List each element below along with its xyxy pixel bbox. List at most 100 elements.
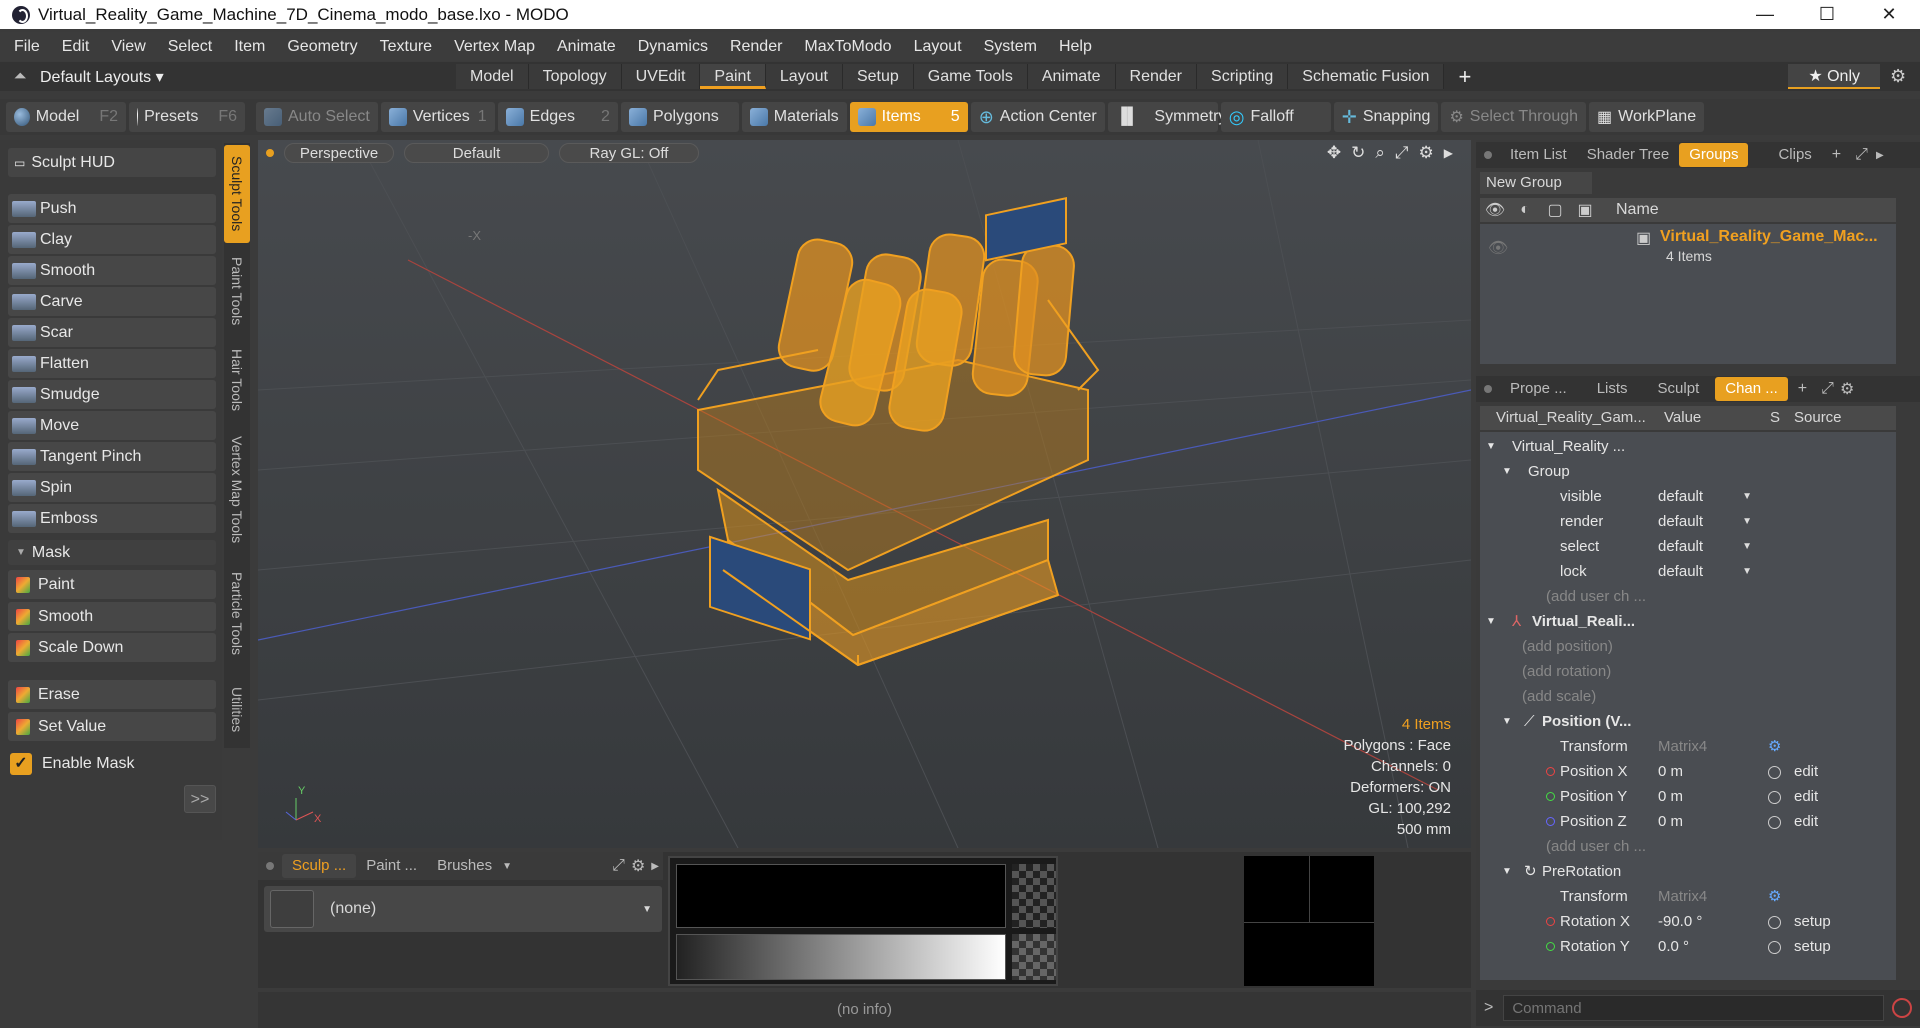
falloff-button[interactable]: ◎ Falloff — [1220, 102, 1331, 132]
snapping-button[interactable]: ✛ Snapping — [1333, 102, 1439, 132]
add-tab-icon[interactable]: + — [1798, 380, 1807, 398]
channel-row[interactable]: Transform Matrix4 ⚙ — [1480, 734, 1896, 759]
mask-set-value[interactable]: Set Value — [8, 712, 216, 741]
materials-button[interactable]: Materials — [741, 102, 847, 132]
channel-row[interactable]: ▼ Virtual_Reality ... — [1480, 434, 1896, 459]
layout-up-icon[interactable]: ⏶ — [0, 68, 40, 86]
layout-tab-animate[interactable]: Animate — [1027, 64, 1116, 89]
zoom-icon[interactable]: ⌕ — [1375, 143, 1385, 163]
tool-smudge[interactable]: Smudge — [8, 380, 216, 409]
menu-geometry[interactable]: Geometry — [276, 38, 368, 56]
new-group-button[interactable]: New Group — [1480, 172, 1592, 194]
channel-value[interactable]: default — [1658, 534, 1758, 559]
vtab-sculpt-tools[interactable]: Sculpt Tools — [224, 145, 250, 243]
layout-tab-game-tools[interactable]: Game Tools — [913, 64, 1028, 89]
polygons-button[interactable]: Polygons — [620, 102, 739, 132]
channel-row[interactable]: Position Y 0 m edit — [1480, 784, 1896, 809]
sculpt-hud-button[interactable]: ▭ Sculpt HUD — [8, 148, 216, 177]
select-through-button[interactable]: ⚙ Select Through — [1441, 102, 1587, 132]
channel-value[interactable]: default — [1658, 559, 1758, 584]
panel-arrow-icon[interactable]: ▶ — [1876, 150, 1884, 161]
menu-edit[interactable]: Edit — [51, 38, 101, 56]
tool-carve[interactable]: Carve — [8, 287, 216, 316]
presets-button[interactable]: Presets F6 — [129, 102, 245, 132]
tab-sculpt-props[interactable]: Sculpt — [1648, 377, 1710, 401]
tab-groups[interactable]: Groups — [1679, 143, 1749, 167]
menu-maxtomodo[interactable]: MaxToModo — [793, 38, 902, 56]
tool-scar[interactable]: Scar — [8, 318, 216, 347]
channel-row[interactable]: Rotation Y 0.0 ° setup — [1480, 934, 1896, 959]
channel-row[interactable]: ▼ Group — [1480, 459, 1896, 484]
more-button[interactable]: >> — [184, 785, 216, 813]
gear-icon[interactable]: ⚙ — [1768, 884, 1781, 909]
channel-value[interactable]: -90.0 ° — [1658, 909, 1702, 934]
menu-animate[interactable]: Animate — [546, 38, 627, 56]
brushes-dropdown-icon[interactable]: ▼ — [502, 861, 512, 872]
tool-tangent-pinch[interactable]: Tangent Pinch — [8, 442, 216, 471]
pan-icon[interactable]: ✥ — [1327, 143, 1341, 163]
mask-erase[interactable]: Erase — [8, 680, 216, 709]
action-center-button[interactable]: ⊕ Action Center — [970, 102, 1105, 132]
vtab-particle-tools[interactable]: Particle Tools — [224, 559, 250, 669]
vtab-hair-tools[interactable]: Hair Tools — [224, 339, 250, 421]
items-button[interactable]: Items 5 — [849, 102, 968, 132]
group-visibility-icon[interactable]: 👁 — [1488, 238, 1508, 258]
channel-row[interactable]: select default — [1480, 534, 1896, 559]
layout-tab-render[interactable]: Render — [1115, 64, 1198, 89]
vtab-vertex-map-tools[interactable]: Vertex Map Tools — [224, 425, 250, 555]
menu-view[interactable]: View — [100, 38, 156, 56]
edges-button[interactable]: Edges 2 — [497, 102, 618, 132]
add-layout-button[interactable]: + — [1444, 64, 1485, 90]
channel-row[interactable]: (add rotation) — [1480, 659, 1896, 684]
channel-value[interactable]: 0 m — [1658, 809, 1683, 834]
tool-move[interactable]: Move — [8, 411, 216, 440]
expand-icon[interactable]: ⤢ — [612, 857, 625, 875]
mask-smooth[interactable]: Smooth — [8, 602, 216, 631]
channel-row[interactable]: lock default — [1480, 559, 1896, 584]
command-input[interactable] — [1503, 995, 1884, 1021]
tool-push[interactable]: Push — [8, 194, 216, 223]
channel-value[interactable]: 0.0 ° — [1658, 934, 1689, 959]
layout-tab-setup[interactable]: Setup — [842, 64, 914, 89]
maximize-icon[interactable]: ⤢ — [1395, 143, 1409, 163]
viewport-settings-icon[interactable]: ⚙ — [1419, 143, 1434, 163]
tab-brushes[interactable]: Brushes — [427, 854, 502, 878]
tab-clips[interactable]: Clips — [1768, 143, 1821, 167]
mask-paint[interactable]: Paint — [8, 570, 216, 599]
tab-channels[interactable]: Chan ... — [1715, 377, 1788, 401]
tool-flatten[interactable]: Flatten — [8, 349, 216, 378]
maximize-button[interactable]: ☐ — [1796, 0, 1858, 29]
tab-shader-tree[interactable]: Shader Tree — [1577, 143, 1680, 167]
record-icon[interactable] — [1892, 998, 1912, 1018]
rotate-icon[interactable]: ↻ — [1351, 143, 1365, 163]
vtab-utilities[interactable]: Utilities — [224, 673, 250, 747]
menu-vertex-map[interactable]: Vertex Map — [443, 38, 546, 56]
channel-row[interactable]: render default — [1480, 509, 1896, 534]
channel-row[interactable]: (add position) — [1480, 634, 1896, 659]
circle-icon[interactable] — [1768, 909, 1781, 934]
layout-tab-model[interactable]: Model — [456, 64, 529, 89]
raygl-button[interactable]: Ray GL: Off — [559, 143, 699, 163]
channel-value[interactable]: 0 m — [1658, 784, 1683, 809]
tool-clay[interactable]: Clay — [8, 225, 216, 254]
channel-row[interactable]: Rotation X -90.0 ° setup — [1480, 909, 1896, 934]
enable-mask-toggle[interactable]: ✓ Enable Mask — [8, 749, 216, 778]
symmetry-button[interactable]: ▐▌ Symmetry — [1107, 102, 1226, 132]
tab-sculpt[interactable]: Sculp ... — [282, 854, 357, 878]
tab-paint[interactable]: Paint ... — [356, 854, 427, 878]
expand-panel-icon[interactable]: ⤢ — [1821, 380, 1834, 398]
workplane-button[interactable]: ▦ WorkPlane — [1589, 102, 1705, 132]
auto-select-button[interactable]: Auto Select — [256, 102, 378, 132]
menu-item[interactable]: Item — [223, 38, 276, 56]
model-mode-button[interactable]: Model F2 — [6, 102, 126, 132]
channel-row[interactable]: ▼ ⅄ Virtual_Reali... — [1480, 609, 1896, 634]
menu-file[interactable]: File — [3, 38, 51, 56]
3d-viewport[interactable]: -X Y X Perspective Default Ray GL: Off ✥… — [258, 140, 1471, 848]
tool-smooth[interactable]: Smooth — [8, 256, 216, 285]
menu-system[interactable]: System — [973, 38, 1048, 56]
circle-icon[interactable] — [1768, 759, 1781, 784]
tab-properties[interactable]: Prope ... — [1500, 377, 1577, 401]
vertices-button[interactable]: Vertices 1 — [380, 102, 495, 132]
channel-row[interactable]: Position Z 0 m edit — [1480, 809, 1896, 834]
channel-row[interactable]: visible default — [1480, 484, 1896, 509]
